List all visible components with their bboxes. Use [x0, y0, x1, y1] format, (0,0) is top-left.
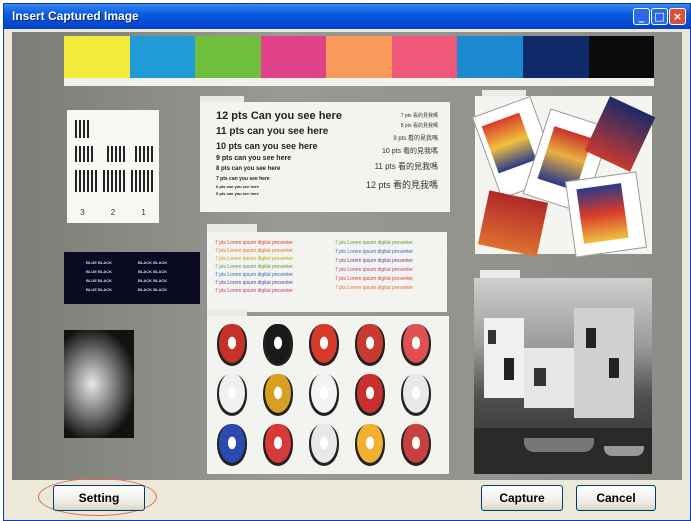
- navy-text-line: BLUE BLACK: [86, 278, 112, 283]
- color-text-line: 7 pts Lorem ipsum digital presenter: [215, 280, 294, 286]
- text-line: 9 pts can you see here: [216, 155, 292, 162]
- color-strip: [64, 36, 655, 78]
- color-text-line: 7 pts Lorem ipsum digital presenter: [215, 272, 294, 278]
- text-line: 11 pts can you see here: [216, 126, 329, 137]
- color-text-line: 7 pts Lorem ipsum digital presenter: [335, 276, 414, 282]
- setting-button[interactable]: Setting: [53, 485, 145, 511]
- opera-mask: [217, 424, 247, 466]
- close-icon[interactable]: ×: [669, 8, 686, 25]
- playing-cards-photo: [471, 96, 656, 258]
- opera-mask: [263, 374, 293, 416]
- resolution-label: 1: [141, 208, 146, 217]
- text-line: 7 pts can you see here: [216, 176, 270, 182]
- resolution-chart: 3 2 1: [67, 110, 159, 223]
- cjk-line: 10 pts 看的見我嗎: [381, 148, 438, 155]
- captured-image-preview: 3 2 1 12 pts Can you see here 11 pts can…: [12, 32, 682, 480]
- resolution-label: 3: [80, 208, 85, 217]
- cjk-line: 11 pts 看的見我嗎: [374, 162, 438, 171]
- opera-mask: [263, 324, 293, 366]
- color-swatch: [457, 36, 523, 78]
- text-line: 12 pts Can you see here: [216, 110, 342, 122]
- color-swatch: [195, 36, 261, 78]
- text-line: 6 pts can you see here: [216, 184, 259, 189]
- color-swatch: [129, 36, 196, 78]
- color-swatch: [64, 36, 130, 78]
- navy-text-line: BLUE BLACK: [86, 269, 112, 274]
- color-swatch: [522, 36, 589, 78]
- opera-mask: [401, 324, 431, 366]
- capture-dialog: Insert Captured Image _ □ × 3 2 1 12 pts: [3, 3, 691, 521]
- capture-button[interactable]: Capture: [481, 485, 563, 511]
- opera-mask: [217, 324, 247, 366]
- cjk-line: 7 pts 看的見我嗎: [400, 113, 438, 119]
- color-text-line: 7 pts Lorem ipsum digital presenter: [335, 258, 414, 264]
- minimize-icon[interactable]: _: [633, 8, 650, 25]
- opera-mask: [263, 424, 293, 466]
- text-line: 5 pts can you see here: [216, 191, 259, 196]
- opera-mask: [355, 374, 385, 416]
- navy-text-line: BLUE BLACK: [86, 260, 112, 265]
- color-text-line: 7 pts Lorem ipsum digital presenter: [335, 267, 414, 273]
- color-text-line: 7 pts Lorem ipsum digital presenter: [215, 256, 294, 262]
- navy-text-line: BLACK BLACK: [138, 278, 168, 283]
- color-swatch: [588, 36, 655, 78]
- town-photo: [474, 278, 652, 474]
- cjk-line: 9 pts 看的見我嗎: [393, 136, 438, 142]
- color-text-line: 7 pts Lorem ipsum digital presenter: [335, 285, 414, 291]
- navy-text-line: BLACK BLACK: [138, 260, 168, 265]
- opera-mask: [217, 374, 247, 416]
- text-line: 8 pts can you see here: [216, 166, 281, 172]
- opera-mask: [309, 374, 339, 416]
- opera-mask: [309, 324, 339, 366]
- opera-mask: [401, 424, 431, 466]
- color-text-card: 7 pts Lorem ipsum digital presenter 7 pts…: [207, 232, 447, 312]
- color-text-line: 7 pts Lorem ipsum digital presenter: [335, 240, 414, 246]
- card-tab: [207, 224, 257, 232]
- color-text-line: 7 pts Lorem ipsum digital presenter: [335, 249, 414, 255]
- strip-border: [64, 78, 654, 86]
- maximize-icon[interactable]: □: [651, 8, 668, 25]
- navy-text-line: BLUE BLACK: [86, 287, 112, 292]
- color-swatch: [326, 36, 392, 78]
- cancel-button[interactable]: Cancel: [576, 485, 656, 511]
- color-text-line: 7 pts Lorem ipsum digital presenter: [215, 240, 294, 246]
- text-line: 10 pts can you see here: [216, 141, 318, 151]
- opera-mask: [355, 424, 385, 466]
- color-text-line: 7 pts Lorem ipsum digital presenter: [215, 248, 294, 254]
- text-size-card: 12 pts Can you see here 11 pts can you s…: [200, 102, 450, 212]
- card-tab: [480, 270, 520, 278]
- title-bar[interactable]: Insert Captured Image _ □ ×: [4, 4, 690, 29]
- navy-text-line: BLACK BLACK: [138, 269, 168, 274]
- window-title: Insert Captured Image: [12, 9, 139, 23]
- xray-image: [64, 330, 134, 438]
- opera-mask: [309, 424, 339, 466]
- color-text-line: 7 pts Lorem ipsum digital presenter: [215, 288, 294, 294]
- navy-text-line: BLACK BLACK: [138, 287, 168, 292]
- color-swatch: [260, 36, 327, 78]
- resolution-label: 2: [110, 208, 116, 217]
- opera-mask: [401, 374, 431, 416]
- color-swatch: [391, 36, 458, 78]
- navy-text-patch: BLUE BLACK BLACK BLACK BLUE BLACK BLACK BLA…: [64, 252, 200, 304]
- opera-masks-card: [207, 316, 449, 474]
- cjk-line: 12 pts 看的見我嗎: [365, 180, 438, 190]
- color-text-line: 7 pts Lorem ipsum digital presenter: [215, 264, 294, 270]
- opera-mask: [355, 324, 385, 366]
- cjk-line: 8 pts 看的見我嗎: [400, 123, 438, 129]
